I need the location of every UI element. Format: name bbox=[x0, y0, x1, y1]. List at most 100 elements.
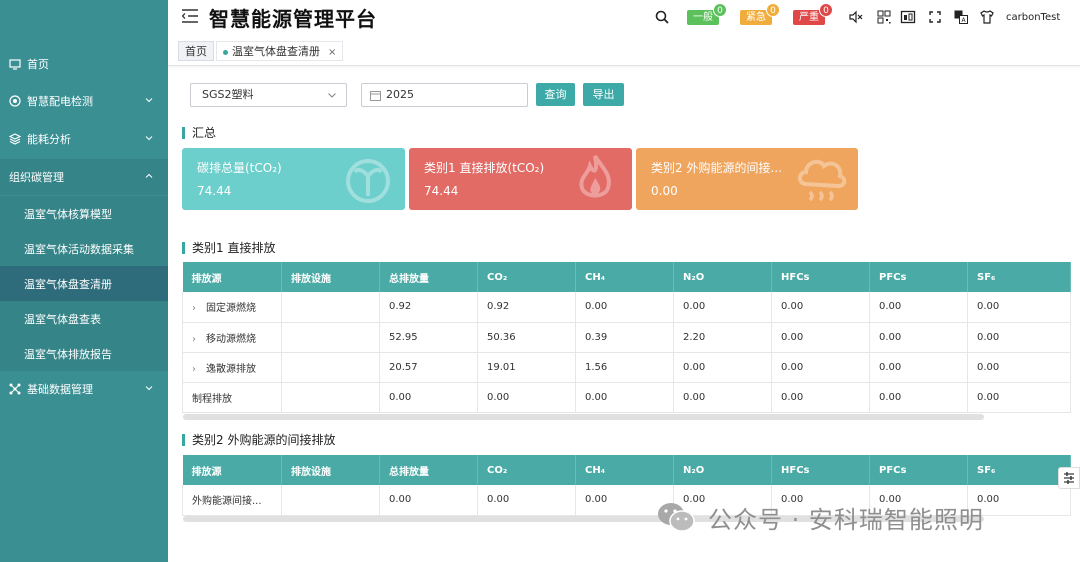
search-icon[interactable] bbox=[654, 9, 670, 25]
column-header[interactable]: CO₂ bbox=[477, 262, 576, 292]
table-cell[interactable]: › 固定源燃烧 bbox=[182, 292, 282, 323]
table-row[interactable]: › 逸散源排放 20.57 19.01 1.56 0.00 0.00 0.00 0… bbox=[182, 352, 1071, 383]
watermark: 公众号 · 安科瑞智能照明 bbox=[656, 499, 984, 535]
alert-label: 紧急 bbox=[746, 12, 766, 23]
column-header[interactable]: PFCs bbox=[869, 455, 968, 485]
table-cell: 0.00 bbox=[967, 352, 1071, 383]
org-select-value: SGS2塑料 bbox=[202, 88, 254, 101]
column-header[interactable]: HFCs bbox=[771, 262, 870, 292]
sidebar-item-energy[interactable]: 能耗分析 bbox=[0, 121, 168, 157]
table-cell: 0.00 bbox=[771, 322, 870, 353]
sidebar-item-basedata[interactable]: 基础数据管理 bbox=[0, 371, 168, 407]
top-header: 智慧能源管理平台 一般 0 紧急 0 严重 0 A carbonTest bbox=[168, 0, 1080, 36]
table-cell: 0.00 bbox=[869, 322, 968, 353]
table-row[interactable]: 制程排放 0.00 0.00 0.00 0.00 0.00 0.00 0.00 bbox=[182, 382, 1071, 413]
translate-icon[interactable]: A bbox=[953, 9, 969, 25]
close-icon[interactable]: × bbox=[328, 47, 336, 58]
user-name[interactable]: carbonTest bbox=[1006, 12, 1080, 23]
sidebar-item-home[interactable]: 首页 bbox=[0, 46, 168, 82]
column-header[interactable]: 总排放量 bbox=[379, 262, 478, 292]
column-header[interactable]: 总排放量 bbox=[379, 455, 478, 485]
export-button[interactable]: 导出 bbox=[583, 83, 624, 106]
alert-normal-badge[interactable]: 一般 0 bbox=[687, 3, 727, 25]
table-cell: 0.00 bbox=[771, 382, 870, 413]
table-cell: 52.95 bbox=[379, 322, 478, 353]
sidebar-subitem-report[interactable]: 温室气体排放报告 bbox=[0, 336, 168, 371]
horizontal-scrollbar[interactable] bbox=[183, 414, 984, 420]
sidebar-item-distribution[interactable]: 智慧配电检测 bbox=[0, 83, 168, 119]
alert-label: 一般 bbox=[693, 12, 713, 23]
table-cell: 0.92 bbox=[379, 292, 478, 323]
column-header[interactable]: 排放设施 bbox=[281, 262, 380, 292]
table-cell[interactable]: › 移动源燃烧 bbox=[182, 322, 282, 353]
column-header[interactable]: N₂O bbox=[673, 262, 772, 292]
expand-arrow-icon[interactable]: › bbox=[192, 334, 202, 345]
qrcode-icon[interactable] bbox=[876, 9, 892, 25]
alert-urgent-badge[interactable]: 紧急 0 bbox=[740, 3, 780, 25]
column-header[interactable]: SF₆ bbox=[967, 262, 1071, 292]
table-row[interactable]: › 固定源燃烧 0.92 0.92 0.00 0.00 0.00 0.00 0.0… bbox=[182, 292, 1071, 323]
settings-panel-toggle[interactable] bbox=[1058, 467, 1080, 489]
sidebar-subitem-label: 温室气体活动数据采集 bbox=[24, 242, 134, 256]
column-header[interactable]: HFCs bbox=[771, 455, 870, 485]
table-cell: 0.00 bbox=[379, 485, 478, 516]
cat1-table: 排放源 排放设施 总排放量 CO₂ CH₄ N₂O HFCs PFCs SF₆ … bbox=[182, 262, 1071, 413]
cat2-heading: 类别2 外购能源的间接排放 bbox=[182, 433, 335, 447]
sidebar-subitem-label: 温室气体排放报告 bbox=[24, 347, 112, 361]
sidebar-item-label: 基础数据管理 bbox=[27, 383, 93, 396]
column-header[interactable]: CO₂ bbox=[477, 455, 576, 485]
tab-label: 首页 bbox=[185, 45, 207, 58]
table-cell: 外购能源间接... bbox=[182, 485, 282, 516]
column-header[interactable]: CH₄ bbox=[575, 262, 674, 292]
year-picker[interactable]: 2025 bbox=[361, 83, 528, 107]
card-title: 类别2 外购能源的间接... bbox=[651, 161, 782, 175]
table-row[interactable]: › 移动源燃烧 52.95 50.36 0.39 2.20 0.00 0.00 0… bbox=[182, 322, 1071, 353]
sidebar-subitem-inventory[interactable]: 温室气体盘查清册 bbox=[0, 266, 168, 301]
column-header[interactable]: PFCs bbox=[869, 262, 968, 292]
card-title: 类别1 直接排放(tCO₂) bbox=[424, 161, 545, 175]
tags-view-bar: 首页 温室气体盘查清册 × bbox=[168, 36, 1080, 66]
expand-arrow-icon[interactable]: › bbox=[192, 303, 202, 314]
alert-count: 0 bbox=[766, 3, 780, 17]
alert-count: 0 bbox=[713, 3, 727, 17]
sidebar-subitem-label: 温室气体核算模型 bbox=[24, 207, 112, 221]
column-header[interactable]: N₂O bbox=[673, 455, 772, 485]
table-cell: 1.56 bbox=[575, 352, 674, 383]
sidebar-subitem-label: 温室气体盘查清册 bbox=[24, 277, 112, 291]
app-title: 智慧能源管理平台 bbox=[209, 7, 377, 31]
query-button[interactable]: 查询 bbox=[536, 83, 575, 106]
sidebar-subitem-inventory-table[interactable]: 温室气体盘查表 bbox=[0, 301, 168, 336]
alert-severe-badge[interactable]: 严重 0 bbox=[793, 3, 833, 25]
column-header[interactable]: 排放源 bbox=[182, 262, 282, 292]
column-header[interactable]: SF₆ bbox=[967, 455, 1071, 485]
sidebar-subitem-model[interactable]: 温室气体核算模型 bbox=[0, 196, 168, 231]
org-select[interactable]: SGS2塑料 bbox=[190, 83, 347, 107]
skin-shirt-icon[interactable] bbox=[979, 9, 995, 25]
card-value: 74.44 bbox=[197, 184, 232, 198]
table-cell: 0.92 bbox=[477, 292, 576, 323]
expand-arrow-icon[interactable]: › bbox=[192, 364, 202, 375]
column-header[interactable]: CH₄ bbox=[575, 455, 674, 485]
column-header[interactable]: 排放设施 bbox=[281, 455, 380, 485]
column-header[interactable]: 排放源 bbox=[182, 455, 282, 485]
table-cell: 0.00 bbox=[771, 292, 870, 323]
sidebar-item-carbon[interactable]: 组织碳管理 bbox=[0, 159, 168, 195]
sidebar-subitem-activity[interactable]: 温室气体活动数据采集 bbox=[0, 231, 168, 266]
card-value: 0.00 bbox=[651, 184, 678, 198]
table-cell: 0.00 bbox=[477, 382, 576, 413]
table-cell bbox=[281, 485, 380, 516]
table-cell[interactable]: › 逸散源排放 bbox=[182, 352, 282, 383]
table-header-row: 排放源 排放设施 总排放量 CO₂ CH₄ N₂O HFCs PFCs SF₆ bbox=[182, 455, 1071, 485]
tab-inventory[interactable]: 温室气体盘查清册 × bbox=[216, 41, 344, 61]
screen-icon[interactable] bbox=[900, 9, 916, 25]
menu-fold-icon[interactable] bbox=[182, 9, 198, 23]
tab-home[interactable]: 首页 bbox=[178, 41, 214, 61]
table-cell: 0.00 bbox=[967, 292, 1071, 323]
card-value: 74.44 bbox=[424, 184, 459, 198]
table-cell: 19.01 bbox=[477, 352, 576, 383]
cell-text: 固定源燃烧 bbox=[206, 303, 256, 315]
fullscreen-icon[interactable] bbox=[927, 9, 943, 25]
mute-icon[interactable] bbox=[848, 9, 864, 25]
cell-text: 逸散源排放 bbox=[206, 363, 256, 375]
table-cell bbox=[281, 292, 380, 323]
